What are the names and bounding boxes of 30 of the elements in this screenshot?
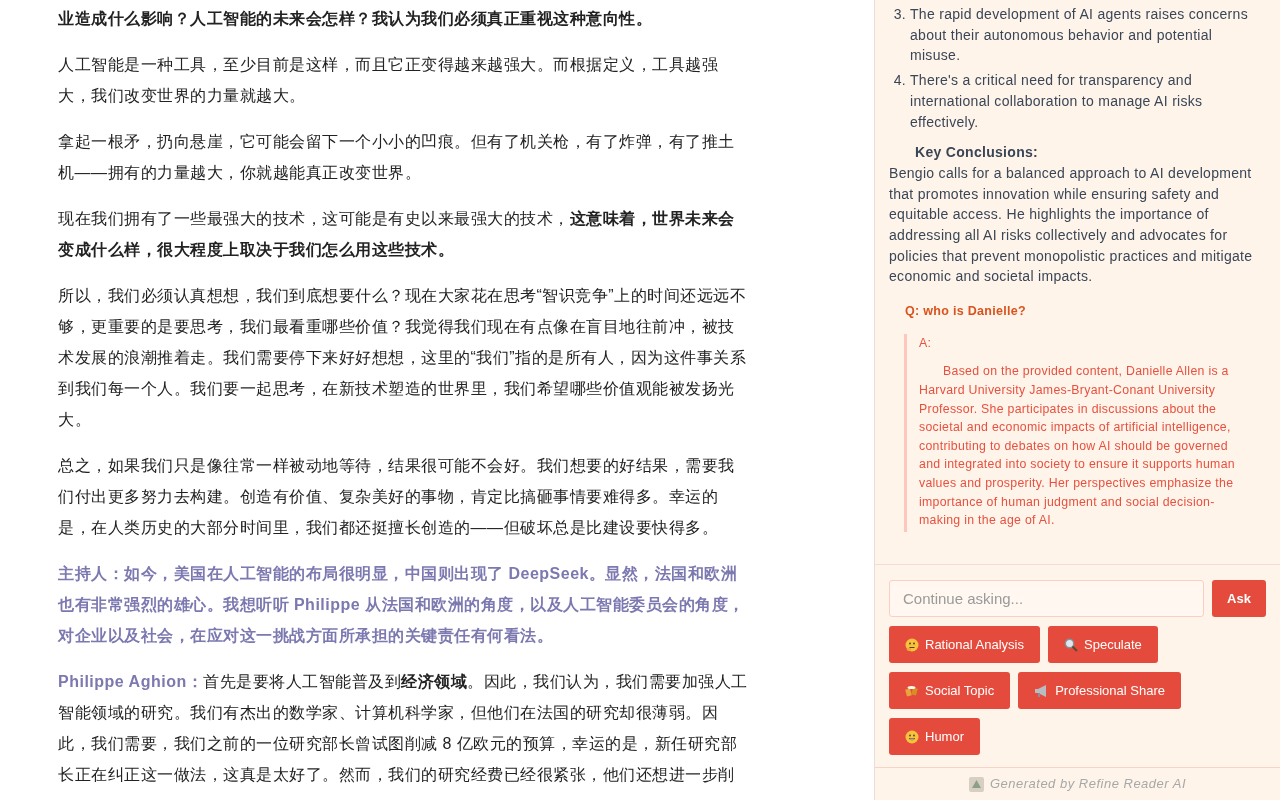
article-paragraph: 业造成什么影响？人工智能的未来会怎样？我认为我们必须真正重视这种意向性。	[58, 9, 653, 29]
question-input[interactable]: Continue asking...	[889, 580, 1204, 617]
article-paragraph: 拿起一根矛，扔向悬崖，它可能会留下一个小小的凹痕。但有了机关枪，有了炸弹，有了推土机——拥有的力量越大，你就越能真正改变世界。	[58, 132, 736, 183]
smiling-face-icon	[905, 729, 919, 744]
list-item-text: There's a critical need for transparency and international collaboration to manage AI risks effectively.	[910, 71, 1204, 132]
conclusion-text: Bengio calls for a balanced approach to AI development that promotes innovation while ensuring safety and equitable access. He highlights the importance of addressing all AI risks collectively and advocates for policies that prevent monopolistic practices and mitigate economic and societal impacts.	[889, 163, 1254, 287]
section-heading: Key Conclusions:	[914, 143, 1040, 163]
answer-text: Based on the provided content, Danielle Allen is a Harvard University James-Bryant-Conant University Professor. She participates in discussions about the societal and economic impacts of artificial intelligence, contributing to debates on how AI should be governed and integrated into society to ensure it supports human values and prosperity. Her perspectives emphasize the importance of human judgment and social decision-making in the age of AI.	[919, 363, 1236, 530]
logo-icon	[968, 776, 984, 792]
quick-prompt-button[interactable]: Social Topic	[889, 672, 1011, 709]
speaker-paragraph: Philippe Aghion：首先是要将人工智能普及到经济领域。因此，我们认为，我们需要加强人工智能领域的研究。我们有杰出的数学家、计算机科学家，但他们在法国的研究却很薄弱。因此，我们需要，我们之前的一位研究部长曾试图削减 8 亿欧元的预算，幸运的是，新任研究部长正在纠正这一做法，这真是太好了。然而，我们的研究经费已经很紧张，他们还想进一步削	[58, 672, 748, 785]
thinking-face-icon	[905, 637, 919, 652]
article-paragraph: 总之，如果我们只是像往常一样被动地等待，结果很可能不会好。我们想要的好结果，需要我们付出更多努力去构建。创造有价值、复杂美好的事物，肯定比搞砸事情要难得多。幸运的是，在人类历史的大部分时间里，我们都还挺擅长创造的——但破坏总是比建设要快得多。	[58, 456, 736, 538]
quick-prompt-button[interactable]: Rational Analysis	[889, 626, 1040, 663]
quick-prompt-button[interactable]: Speculate	[1048, 626, 1158, 663]
article-paragraph: 现在我们拥有了一些最强大的技术，这可能是有史以来最强大的技术，这意味着，世界未来会变成什么样，很大程度上取决于我们怎么用这些技术。	[58, 209, 736, 260]
article-paragraph: 所以，我们必须认真想想，我们到底想要什么？现在大家花在思考“智识竞争”上的时间还远远不够，更重要的是要思考，我们最看重哪些价值？我觉得我们现在有点像在盲目地往前冲，被技术发展的浪潮推着走。我们需要停下来好好想想，这里的“我们”指的是所有人，因为这件事关系到我们每一个人。我们要一起思考，在新技术塑造的世界里，我们希望哪些价值观能被发扬光大。	[58, 286, 748, 430]
list-item-text: The rapid development of AI agents raises concerns about their autonomous behavior and potential misuse.	[910, 5, 1249, 66]
quick-prompt-button[interactable]: Professional Share	[1018, 672, 1181, 709]
magnifier-icon	[1064, 637, 1078, 652]
question-text: Q: who is Danielle?	[904, 303, 1027, 321]
host-question: 主持人：如今，美国在人工智能的布局很明显，中国则出现了 DeepSeek。显然，法国和欧洲也有非常强烈的雄心。我想听听 Philippe 从法国和欧洲的角度，以及人工智能委员会的角度，对企业以及社会，在应对这一挑战方面所承担的关键责任有何看法。	[58, 564, 746, 647]
footer-text: Generated by Refine Reader AI	[989, 775, 1187, 794]
answer-label: A:	[919, 334, 933, 352]
list-number: 3.	[892, 5, 907, 24]
article-paragraph: 人工智能是一种工具，至少目前是这样，而且它正变得越来越强大。而根据定义，工具越强大，我们改变世界的力量就越大。	[58, 55, 719, 106]
list-number: 4.	[892, 71, 907, 91]
quick-prompt-button[interactable]: Humor	[889, 718, 980, 755]
ask-button[interactable]: Ask	[1212, 580, 1266, 617]
beer-mugs-icon	[905, 683, 919, 698]
